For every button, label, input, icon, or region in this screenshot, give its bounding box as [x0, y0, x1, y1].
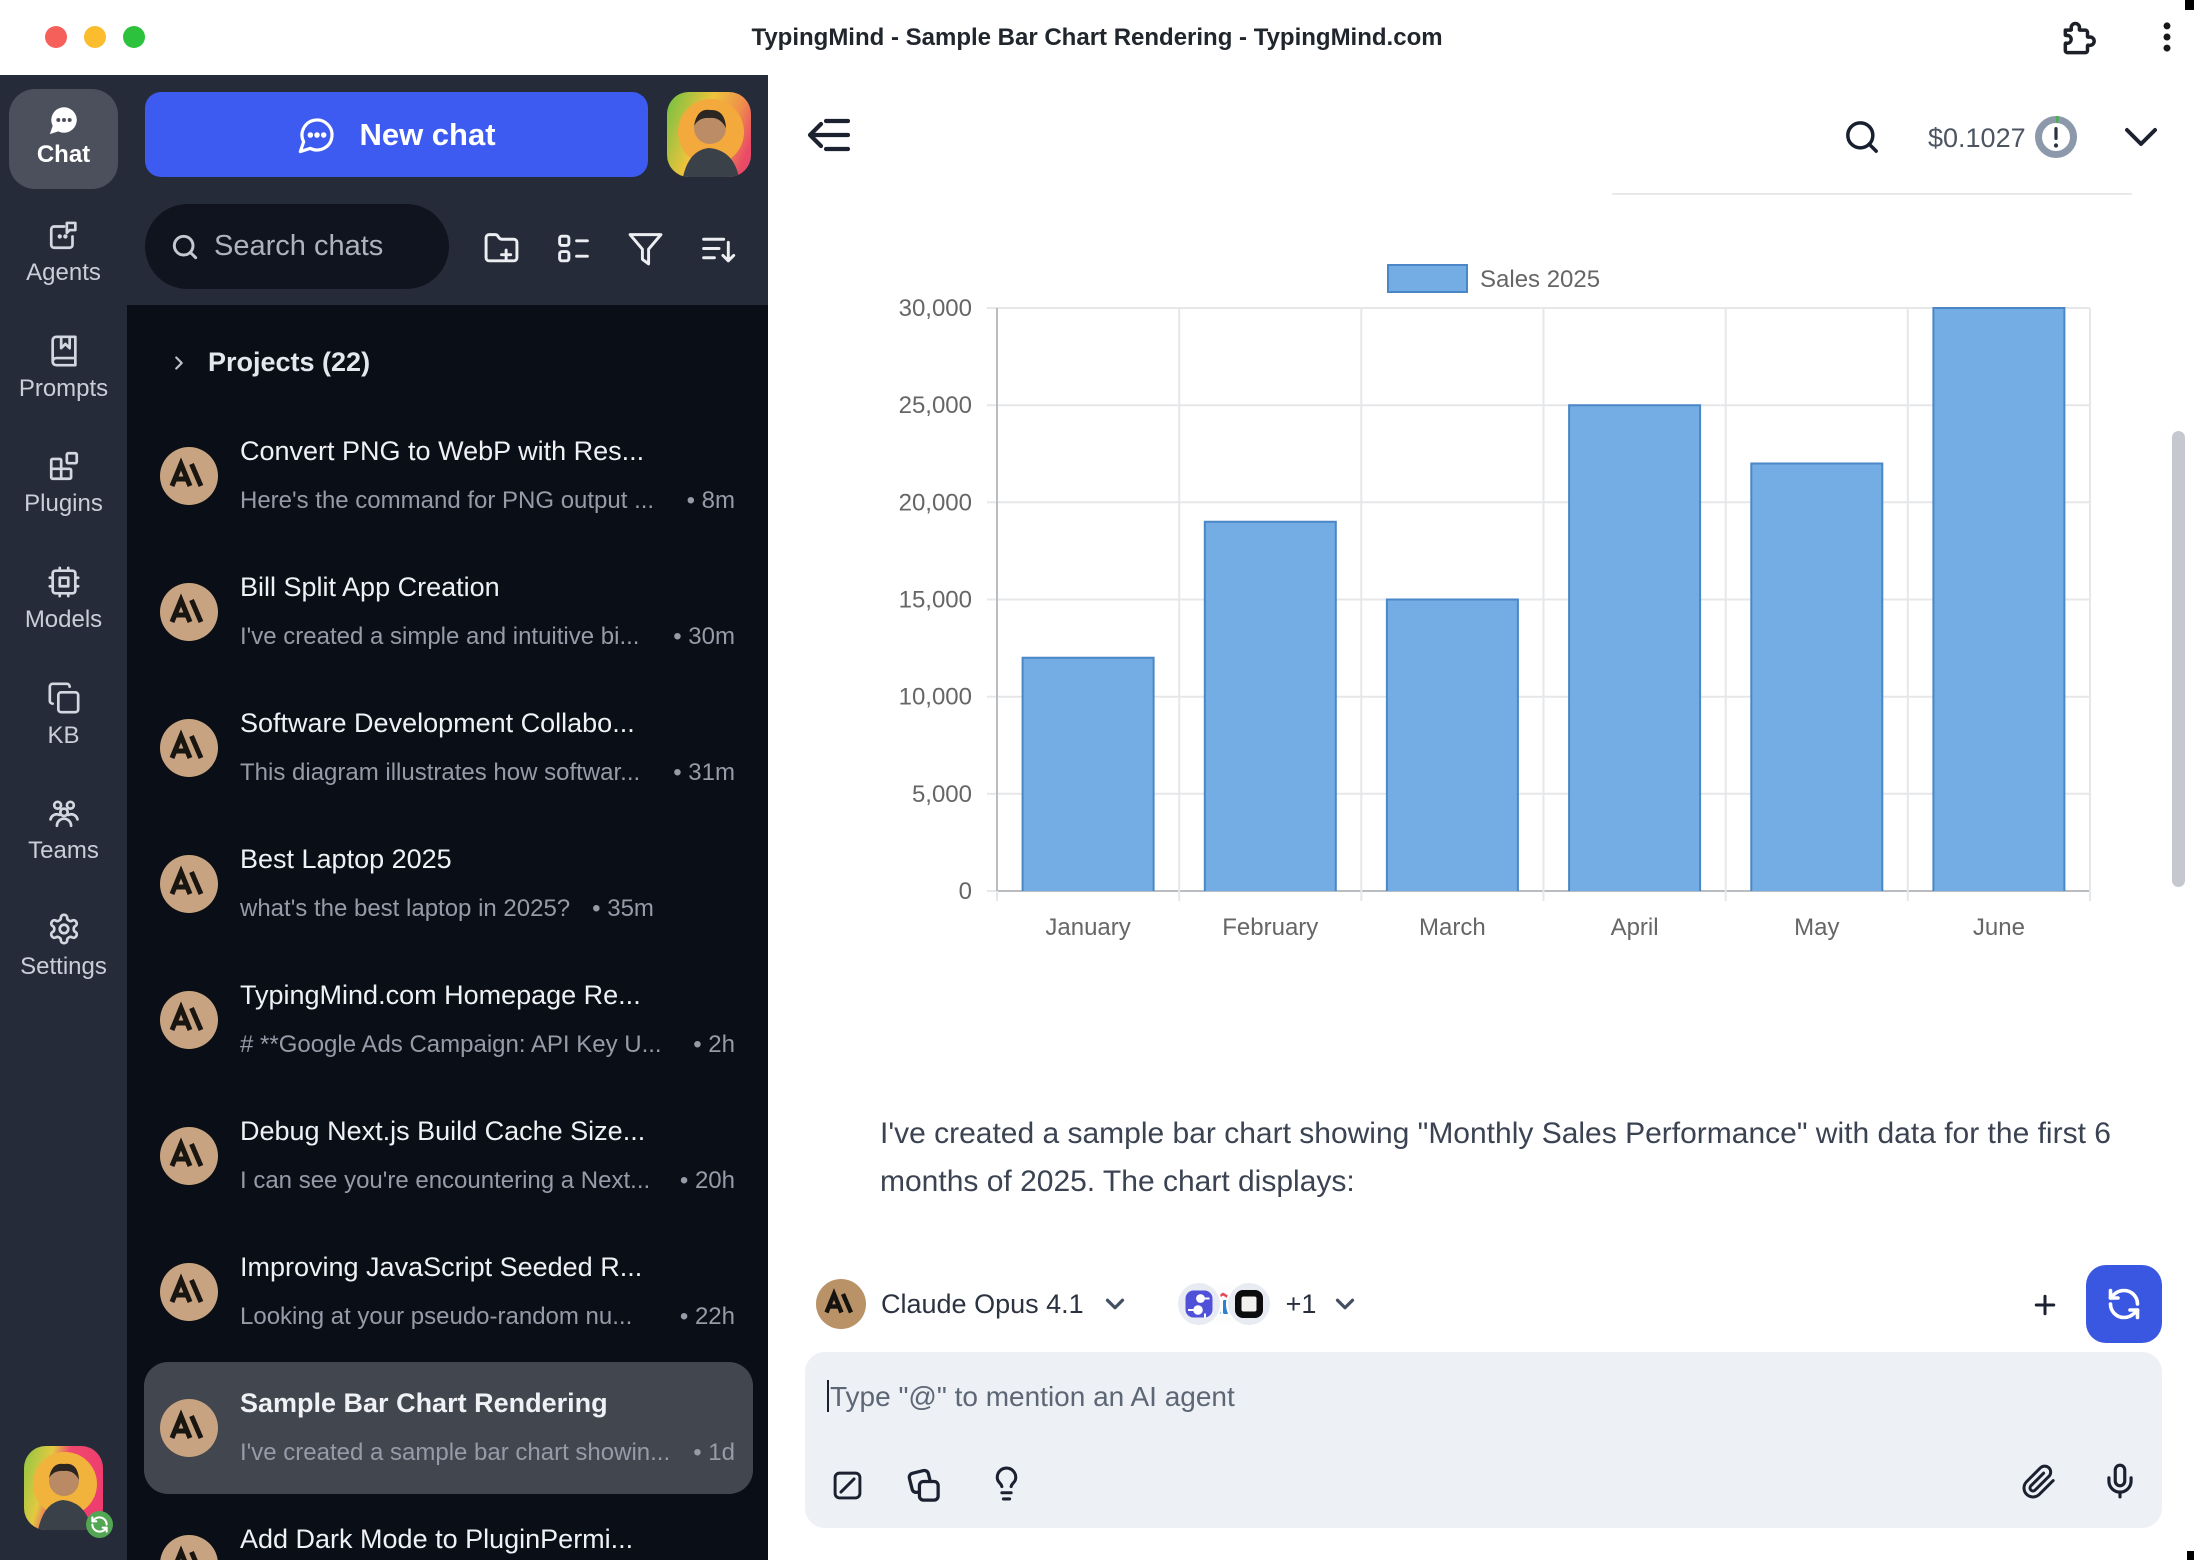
svg-text:5,000: 5,000 [912, 781, 972, 808]
svg-text:March: March [1419, 914, 1486, 941]
svg-text:May: May [1794, 914, 1839, 941]
svg-text:25,000: 25,000 [899, 392, 972, 419]
svg-text:January: January [1045, 914, 1130, 941]
svg-text:Sales 2025: Sales 2025 [1480, 266, 1600, 293]
svg-text:10,000: 10,000 [899, 684, 972, 711]
svg-text:June: June [1973, 914, 2025, 941]
svg-text:0: 0 [959, 878, 972, 905]
svg-text:20,000: 20,000 [899, 489, 972, 516]
svg-text:February: February [1222, 914, 1318, 941]
svg-text:15,000: 15,000 [899, 587, 972, 614]
svg-text:April: April [1611, 914, 1659, 941]
svg-text:30,000: 30,000 [899, 295, 972, 322]
